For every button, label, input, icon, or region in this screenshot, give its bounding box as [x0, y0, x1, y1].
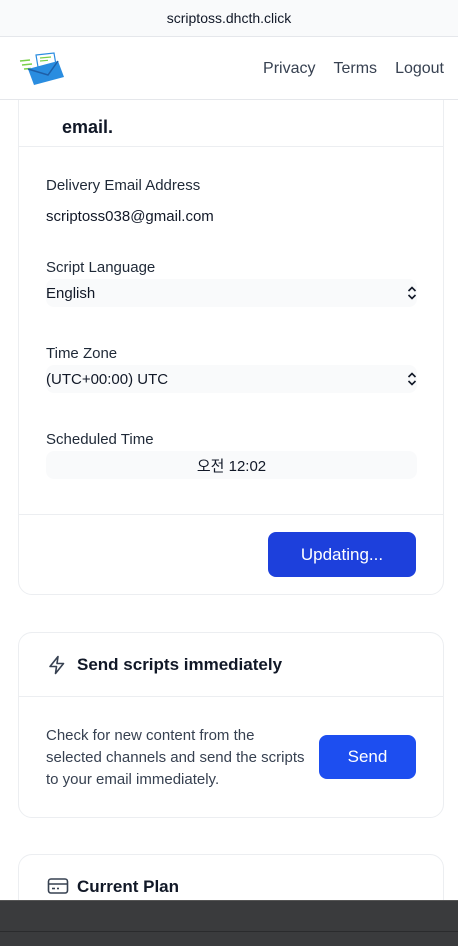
current-plan-card: Current Plan [18, 854, 444, 900]
scheduled-time-label: Scheduled Time [46, 431, 154, 448]
browser-bottom-toolbar [0, 900, 458, 946]
nav-terms-link[interactable]: Terms [334, 60, 378, 78]
delivery-settings-card: email. Delivery Email Address scriptoss0… [18, 100, 444, 595]
time-zone-select[interactable]: (UTC+00:00) UTC [46, 365, 417, 393]
delivery-email-value: scriptoss038@gmail.com [46, 208, 214, 225]
time-zone-value: (UTC+00:00) UTC [46, 370, 169, 388]
nav-privacy-link[interactable]: Privacy [263, 60, 315, 78]
nav-logout-link[interactable]: Logout [395, 60, 444, 78]
card-divider [19, 514, 443, 515]
delivery-email-label: Delivery Email Address [46, 177, 201, 194]
credit-card-icon [47, 878, 69, 894]
plan-card-title: Current Plan [77, 877, 180, 896]
script-language-select[interactable]: English [46, 279, 417, 307]
send-card-title: Send scripts immediately [77, 655, 283, 674]
send-card-description: Check for new content from the selected … [46, 727, 305, 788]
top-nav: Privacy Terms Logout [0, 37, 458, 100]
card-header: Send scripts immediately [19, 633, 443, 697]
send-button[interactable]: Send [319, 735, 416, 779]
card-heading-fragment: email. [62, 117, 114, 137]
send-immediately-card: Send scripts immediately Check for new c… [18, 632, 444, 818]
script-language-label: Script Language [46, 259, 156, 276]
lightning-bolt-icon [49, 655, 65, 675]
select-updown-icon [407, 372, 417, 386]
update-settings-button[interactable]: Updating... [268, 532, 416, 577]
envelope-logo-icon[interactable] [18, 51, 66, 87]
browser-url-bar[interactable]: scriptoss.dhcth.click [0, 0, 458, 37]
main-content[interactable]: email. Delivery Email Address scriptoss0… [0, 100, 458, 900]
url-text: scriptoss.dhcth.click [166, 10, 292, 26]
select-updown-icon [407, 286, 417, 300]
card-header: email. [19, 100, 443, 147]
script-language-value: English [46, 284, 96, 302]
toolbar-divider [0, 931, 458, 932]
scheduled-time-input[interactable]: 오전 12:02 [46, 451, 417, 479]
time-zone-label: Time Zone [46, 345, 118, 362]
